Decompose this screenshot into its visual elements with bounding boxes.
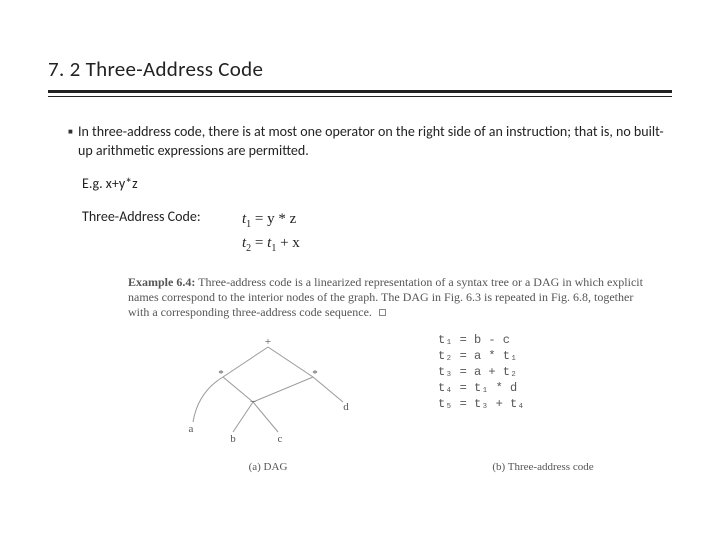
- tac-code-line: t₁ = b - c: [438, 332, 648, 348]
- dag-node-minus: −: [250, 396, 256, 408]
- dag-figure: + * * − a b c d: [128, 332, 408, 452]
- example-expression: E.g. x+y*z: [82, 175, 672, 194]
- tac-code-line: t₂ = a * t₁: [438, 348, 648, 364]
- bullet-text: In three-address code, there is at most …: [78, 123, 672, 161]
- tac-row: Three-Address Code: t1 = y * z t2 = t1 +…: [82, 208, 672, 257]
- tac-code-line: t₄ = t₁ * d: [438, 380, 648, 396]
- bullet-item: ■ In three-address code, there is at mos…: [68, 123, 672, 161]
- slide-title: 7. 2 Three-Address Code: [48, 56, 672, 88]
- dag-node-plus: +: [265, 336, 271, 348]
- t2-eq: =: [255, 235, 267, 251]
- dag-node-star2: *: [312, 368, 318, 380]
- tac-code-line: t₅ = t₃ + t₄: [438, 396, 648, 412]
- tac-formula-line-1: t1 = y * z: [242, 208, 300, 233]
- title-rule-thick: [48, 90, 672, 93]
- figure-row: + * * − a b c d t₁ = b - c t₂ = a * t₁ t…: [128, 332, 648, 452]
- figure-captions: (a) DAG (b) Three-address code: [128, 460, 648, 475]
- dag-edge: [193, 377, 223, 422]
- dag-edge: [253, 402, 278, 432]
- textbook-example: Example 6.4: Three-address code is a lin…: [128, 275, 648, 475]
- bullet-marker: ■: [68, 123, 78, 161]
- dag-edge: [223, 347, 268, 377]
- tac-formula: t1 = y * z t2 = t1 + x: [242, 208, 300, 257]
- tac-code-block: t₁ = b - c t₂ = a * t₁ t₃ = a + t₂ t₄ = …: [408, 332, 648, 413]
- slide-body: ■ In three-address code, there is at mos…: [48, 123, 672, 475]
- dag-node-b: b: [230, 433, 236, 445]
- t2-plusx: + x: [276, 235, 299, 251]
- t2-sub: 2: [246, 243, 251, 254]
- dag-node-a: a: [189, 423, 194, 435]
- dag-edge: [313, 377, 343, 402]
- title-rule-thin: [48, 96, 672, 97]
- example-lead: Example 6.4:: [128, 275, 195, 289]
- dag-svg: + * * − a b c d: [158, 332, 378, 452]
- tac-code-line: t₃ = a + t₂: [438, 364, 648, 380]
- dag-edge: [253, 377, 313, 402]
- tac-formula-line-2: t2 = t1 + x: [242, 232, 300, 257]
- dag-node-c: c: [278, 433, 283, 445]
- textbook-example-paragraph: Example 6.4: Three-address code is a lin…: [128, 275, 648, 320]
- qed-box-icon: [379, 309, 386, 316]
- t1-rhs: = y * z: [255, 211, 296, 227]
- dag-edge: [223, 377, 253, 402]
- t1-sub: 1: [246, 219, 251, 230]
- dag-node-d: d: [343, 401, 349, 413]
- caption-a: (a) DAG: [128, 460, 408, 475]
- dag-node-star1: *: [218, 368, 224, 380]
- caption-b: (b) Three-address code: [408, 460, 648, 475]
- slide: 7. 2 Three-Address Code ■ In three-addre…: [0, 0, 720, 540]
- tac-label: Three-Address Code:: [82, 208, 242, 227]
- dag-edge: [268, 347, 313, 377]
